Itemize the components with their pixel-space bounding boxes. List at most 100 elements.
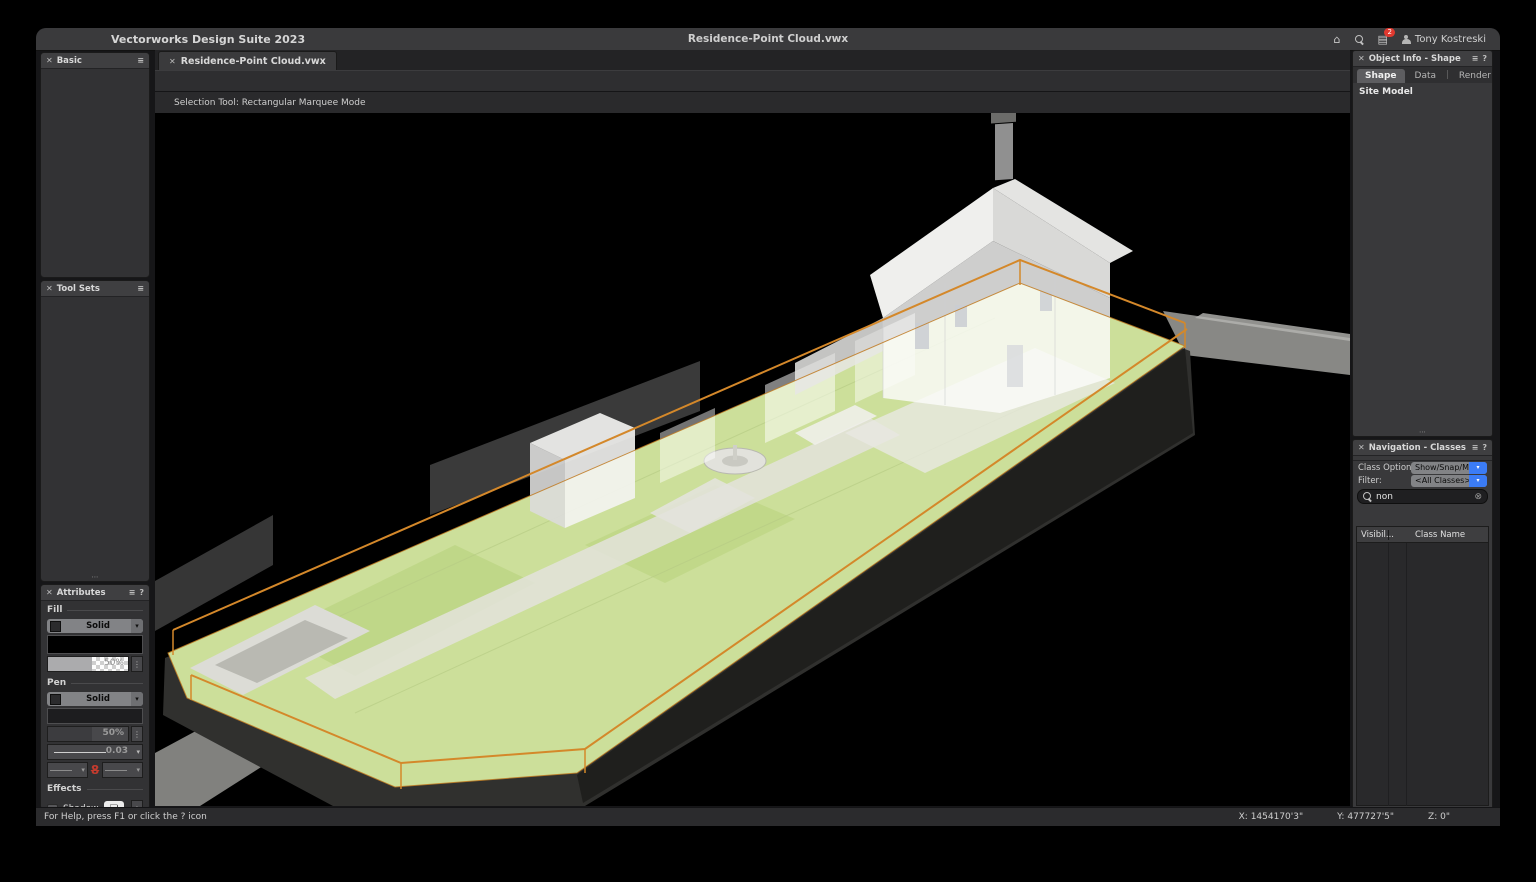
y-coord-label: Y: <box>1337 812 1344 822</box>
palette-menu-icon[interactable]: ≡ <box>129 588 136 597</box>
view-toolbar <box>155 70 1350 91</box>
z-coord-label: Z: <box>1428 812 1437 822</box>
title-bar: Vectorworks Design Suite 2023 Residence-… <box>36 28 1500 51</box>
panel-help-icon[interactable]: ? <box>1482 443 1487 452</box>
marker-symbol: 8 <box>91 763 99 777</box>
line-weight-preview <box>54 752 106 753</box>
palette-title: Tool Sets <box>57 284 100 294</box>
effects-section-label: Effects <box>41 780 149 796</box>
palette-close-icon[interactable]: ✕ <box>1358 54 1365 63</box>
class-options-label: Class Options: <box>1358 463 1411 473</box>
fill-opacity-slider[interactable]: 50% <box>47 656 129 672</box>
classes-table: Visibil... Class Name <box>1356 526 1489 806</box>
fill-swatch <box>50 621 61 632</box>
palette-help-icon[interactable]: ? <box>139 588 144 597</box>
chevron-down-icon: ▾ <box>131 692 143 706</box>
drawing-viewport[interactable] <box>155 113 1350 806</box>
palette-resize-handle[interactable]: ⋯ <box>41 573 149 581</box>
chevron-down-icon: ▾ <box>137 766 141 774</box>
tab-shape[interactable]: Shape <box>1357 69 1405 83</box>
chevron-down-icon: ▾ <box>136 748 140 756</box>
pen-style-value: Solid <box>65 694 131 704</box>
home-icon[interactable]: ⌂ <box>1334 33 1341 46</box>
pen-style-dropdown[interactable]: Solid▾ <box>47 692 143 706</box>
line-weight-value: 0.03 <box>106 746 128 756</box>
panel-menu-icon[interactable]: ≡ <box>1472 443 1479 452</box>
user-account[interactable]: Tony Kostreski <box>1402 34 1486 45</box>
clear-search-icon[interactable]: ⊗ <box>1474 492 1482 502</box>
status-bar: For Help, press F1 or click the ? icon X… <box>36 807 1500 826</box>
app-title: Vectorworks Design Suite 2023 <box>111 33 305 46</box>
fill-color-bar[interactable] <box>47 635 143 654</box>
fill-section-label: Fill <box>41 601 149 617</box>
filter-dropdown[interactable]: <All Classes>▾ <box>1411 475 1487 487</box>
search-value: non <box>1376 492 1470 502</box>
palette-title: Attributes <box>57 588 106 598</box>
column-visibility[interactable]: Visibil... <box>1357 530 1389 540</box>
fill-opacity-options-button[interactable]: ⋮ <box>131 656 143 672</box>
document-tab[interactable]: ✕ Residence-Point Cloud.vwx <box>158 51 337 70</box>
tool-sets-palette: ✕ Tool Sets ≡ ⋯ <box>40 280 150 582</box>
x-coord-value: 1454170'3" <box>1251 812 1303 822</box>
pen-swatch <box>50 694 61 705</box>
panel-help-icon[interactable]: ? <box>1482 54 1487 63</box>
x-coord-label: X: <box>1239 812 1248 822</box>
tab-render[interactable]: Render <box>1451 69 1499 83</box>
fill-opacity-fill <box>48 657 92 671</box>
navigation-classes-panel: ✕Navigation - Classes≡? Class Options: S… <box>1352 439 1493 810</box>
pen-opacity-slider[interactable]: 50% <box>47 726 129 742</box>
user-icon <box>1402 35 1411 44</box>
notification-badge: 2 <box>1384 28 1394 37</box>
marker-line-preview <box>105 770 127 771</box>
class-options-value: Show/Snap/Modify O... <box>1411 463 1469 472</box>
pen-opacity-options-button[interactable]: ⋮ <box>131 726 143 742</box>
end-marker-dropdown[interactable]: ▾ <box>102 762 143 778</box>
marker-line-preview <box>50 770 72 771</box>
line-weight-dropdown[interactable]: 0.03 ▾ <box>47 744 143 760</box>
tab-data[interactable]: Data <box>1407 69 1445 83</box>
chevron-down-icon: ▾ <box>1469 475 1487 487</box>
pen-opacity-value: 50% <box>102 728 124 738</box>
fill-style-value: Solid <box>65 621 131 631</box>
notifications-icon[interactable]: ▤2 <box>1378 33 1388 46</box>
search-icon <box>1363 492 1372 501</box>
pen-section-label: Pen <box>41 674 149 690</box>
pen-color-bar[interactable] <box>47 708 143 724</box>
tab-separator: | <box>1446 70 1449 80</box>
z-coord-value: 0" <box>1440 812 1450 822</box>
palette-close-icon[interactable]: ✕ <box>46 588 53 597</box>
user-name: Tony Kostreski <box>1415 34 1486 45</box>
panel-menu-icon[interactable]: ≡ <box>1472 54 1479 63</box>
panel-resize-handle[interactable]: ⋯ <box>1353 428 1492 436</box>
y-coord-value: 477727'5" <box>1347 812 1394 822</box>
cursor-coordinates: X: 1454170'3" Y: 477727'5" Z: 0" <box>1239 812 1450 822</box>
palette-close-icon[interactable]: ✕ <box>46 284 53 293</box>
object-info-panel: ✕Object Info - Shape≡? Shape Data | Rend… <box>1352 50 1493 437</box>
palette-menu-icon[interactable]: ≡ <box>137 284 144 293</box>
tab-close-icon[interactable]: ✕ <box>169 57 176 66</box>
column-class-name[interactable]: Class Name <box>1407 530 1488 540</box>
object-type-label: Site Model <box>1353 83 1492 99</box>
window-controls <box>48 34 97 45</box>
basic-tools-palette: ✕Basic≡ <box>40 52 150 278</box>
help-text: For Help, press F1 or click the ? icon <box>44 812 207 822</box>
chevron-down-icon: ▾ <box>1469 462 1487 474</box>
pen-opacity-fill <box>48 727 92 741</box>
filter-label: Filter: <box>1358 476 1382 486</box>
close-window-button[interactable] <box>48 34 59 45</box>
chevron-down-icon: ▾ <box>131 619 143 633</box>
class-options-dropdown[interactable]: Show/Snap/Modify O...▾ <box>1411 462 1487 474</box>
fill-style-dropdown[interactable]: Solid▾ <box>47 619 143 633</box>
app-window: Vectorworks Design Suite 2023 Residence-… <box>36 28 1500 826</box>
class-search-field[interactable]: non ⊗ <box>1357 489 1488 504</box>
search-icon[interactable] <box>1355 35 1364 44</box>
palette-close-icon[interactable]: ✕ <box>1358 443 1365 452</box>
site-model-3d-view <box>155 113 1350 806</box>
minimize-window-button[interactable] <box>67 34 78 45</box>
palette-menu-icon[interactable]: ≡ <box>137 56 144 65</box>
filter-value: <All Classes> <box>1411 476 1469 485</box>
palette-close-icon[interactable]: ✕ <box>46 56 53 65</box>
tab-label: Residence-Point Cloud.vwx <box>181 56 326 67</box>
start-marker-dropdown[interactable]: ▾ <box>47 762 88 778</box>
zoom-window-button[interactable] <box>86 34 97 45</box>
